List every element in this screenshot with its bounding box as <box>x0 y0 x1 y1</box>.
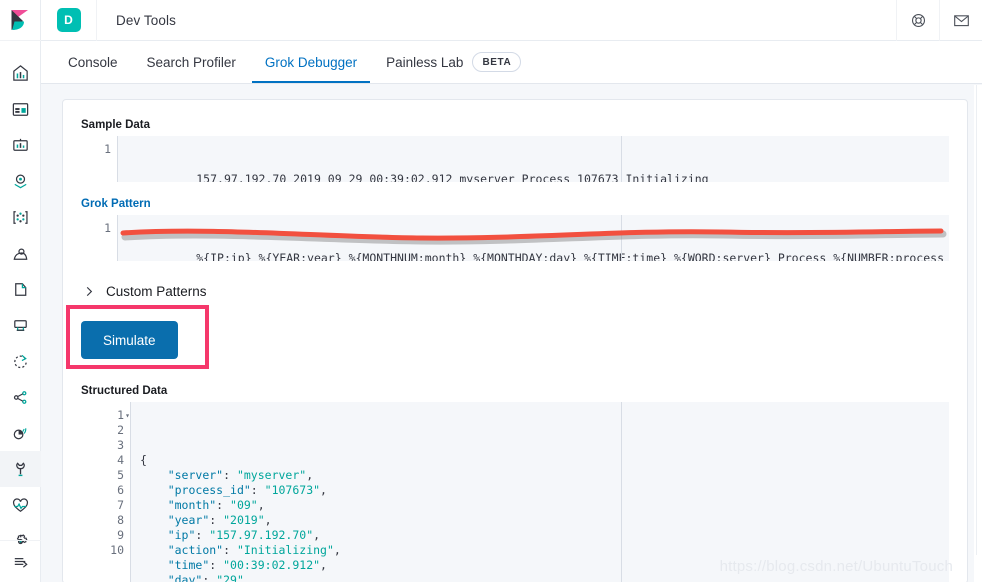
primary-nav-rail <box>0 0 41 582</box>
sidebar-item-dev-tools[interactable] <box>0 451 41 487</box>
mail-button[interactable] <box>939 0 982 41</box>
tab-grok-debugger-label: Grok Debugger <box>264 54 358 70</box>
structured-data-code[interactable]: { "server": "myserver", "process_id": "1… <box>131 402 949 582</box>
line-number: 10 <box>110 543 124 557</box>
structured-data-editor[interactable]: 1 ▾ 2 3 4 5 6 7 8 9 10 { "server": "myser… <box>81 402 949 582</box>
sidebar-item-monitoring[interactable] <box>0 415 41 451</box>
print-margin-ruler <box>621 136 622 182</box>
json-entry: "server": "myserver", <box>167 468 314 482</box>
sidebar-item-canvas[interactable] <box>0 91 41 127</box>
sidebar-item-uptime[interactable] <box>0 343 41 379</box>
app-header: D Dev Tools <box>41 0 982 41</box>
collapse-arrow-icon <box>14 558 28 568</box>
grok-pattern-text: %{IP:ip} %{YEAR:year} %{MONTHNUM:month} … <box>196 251 949 261</box>
tab-console[interactable]: Console <box>55 41 131 83</box>
page-scrollbar-thumb[interactable] <box>976 85 981 555</box>
line-number: 1 ▾ <box>81 408 130 423</box>
presentation-icon <box>12 138 28 151</box>
dashboard-icon <box>12 64 28 81</box>
help-lifebuoy-icon <box>911 13 925 27</box>
line-number: 1 <box>104 142 111 156</box>
line-number: 1 <box>104 221 111 235</box>
sidebar-item-infrastructure[interactable] <box>0 235 41 271</box>
line-number: 5 <box>117 468 124 482</box>
kibana-dev-tools-app: D Dev Tools Console Search Profiler Grok… <box>0 0 982 582</box>
grok-pattern-gutter: 1 <box>81 215 118 261</box>
line-number: 4 <box>117 453 124 467</box>
envelope-icon <box>953 14 969 26</box>
tab-painless-lab-label: Painless Lab <box>386 54 464 70</box>
fold-toggle-icon[interactable]: ▾ <box>123 408 130 423</box>
user-silhouette-icon <box>13 248 27 260</box>
line-number: 3 <box>117 438 124 452</box>
simulate-button[interactable]: Simulate <box>81 321 178 359</box>
custom-patterns-label: Custom Patterns <box>106 283 207 299</box>
space-avatar-label: D <box>56 8 81 32</box>
sample-data-text: 157.97.192.70 2019 09 29 00:39:02.912 my… <box>196 172 709 182</box>
siem-graph-icon <box>13 390 26 404</box>
watermark: https://blog.csdn.net/UbuntuTouch <box>719 558 953 575</box>
sidebar-item-maps[interactable] <box>0 163 41 199</box>
canvas-icon <box>12 102 28 116</box>
structured-data-gutter: 1 ▾ 2 3 4 5 6 7 8 9 10 <box>81 402 131 582</box>
grok-pattern-editor[interactable]: 1 %{IP:ip} %{YEAR:year} %{MONTHNUM:month… <box>81 215 949 261</box>
simulate-row: Simulate <box>66 305 949 369</box>
tab-painless-lab[interactable]: Painless Lab BETA <box>373 41 534 83</box>
beta-badge: BETA <box>472 52 522 72</box>
sample-data-code[interactable]: 157.97.192.70 2019 09 29 00:39:02.912 my… <box>118 136 949 182</box>
page-title: Dev Tools <box>116 12 176 28</box>
json-entry: "ip": "157.97.192.70", <box>167 528 321 542</box>
custom-patterns-accordion[interactable]: Custom Patterns <box>81 283 949 299</box>
line-number: 9 <box>117 528 124 542</box>
grok-pattern-label: Grok Pattern <box>81 198 151 210</box>
logs-icon <box>14 282 26 296</box>
wrench-icon <box>15 461 25 476</box>
json-entry: "action": "Initializing", <box>167 543 341 557</box>
grok-debugger-panel: Sample Data 1 157.97.192.70 2019 09 29 0… <box>62 99 968 582</box>
structured-data-label: Structured Data <box>81 385 168 397</box>
tab-search-profiler-label: Search Profiler <box>146 54 236 70</box>
sidebar-item-machine-learning[interactable] <box>0 199 41 235</box>
tab-grok-debugger[interactable]: Grok Debugger <box>251 41 371 83</box>
monitoring-icon <box>13 427 26 439</box>
dev-tools-tabs: Console Search Profiler Grok Debugger Pa… <box>41 41 982 84</box>
line-number: 7 <box>117 498 124 512</box>
header-actions <box>896 0 982 41</box>
nav-items <box>0 55 41 559</box>
line-number: 2 <box>117 423 124 437</box>
kibana-logo-icon <box>11 10 28 30</box>
print-margin-ruler <box>621 402 622 582</box>
sidebar-item-apm[interactable] <box>0 307 41 343</box>
kibana-logo[interactable] <box>0 0 41 41</box>
json-entry: "month": "09", <box>167 498 265 512</box>
tab-search-profiler[interactable]: Search Profiler <box>134 41 249 83</box>
uptime-icon <box>13 354 27 368</box>
sidebar-item-stack-monitoring[interactable] <box>0 487 41 523</box>
sample-data-gutter: 1 <box>81 136 118 182</box>
chevron-right-icon <box>81 283 97 299</box>
sidebar-item-dashboard[interactable] <box>0 55 41 91</box>
line-number: 8 <box>117 513 124 527</box>
help-button[interactable] <box>896 0 939 41</box>
sidebar-item-maps-dashboard[interactable] <box>0 127 41 163</box>
print-margin-ruler <box>621 215 622 261</box>
sidebar-item-logs[interactable] <box>0 271 41 307</box>
nav-collapse-button[interactable] <box>0 540 41 582</box>
json-entry: "year": "2019", <box>167 513 272 527</box>
space-avatar[interactable]: D <box>41 0 97 41</box>
page-scrollbar[interactable] <box>974 85 982 582</box>
json-open-brace: { <box>140 453 147 467</box>
map-marker-icon <box>13 174 27 188</box>
sidebar-item-siem[interactable] <box>0 379 41 415</box>
line-number: 6 <box>117 483 124 497</box>
grok-pattern-code[interactable]: %{IP:ip} %{YEAR:year} %{MONTHNUM:month} … <box>118 215 949 261</box>
tab-console-label: Console <box>68 54 118 70</box>
apm-icon <box>13 319 27 331</box>
sample-data-editor[interactable]: 1 157.97.192.70 2019 09 29 00:39:02.912 … <box>81 136 949 182</box>
heartbeat-icon <box>12 497 28 512</box>
sample-data-label: Sample Data <box>81 119 151 131</box>
ml-nodes-icon <box>12 210 28 224</box>
json-entry: "process_id": "107673", <box>167 483 327 497</box>
